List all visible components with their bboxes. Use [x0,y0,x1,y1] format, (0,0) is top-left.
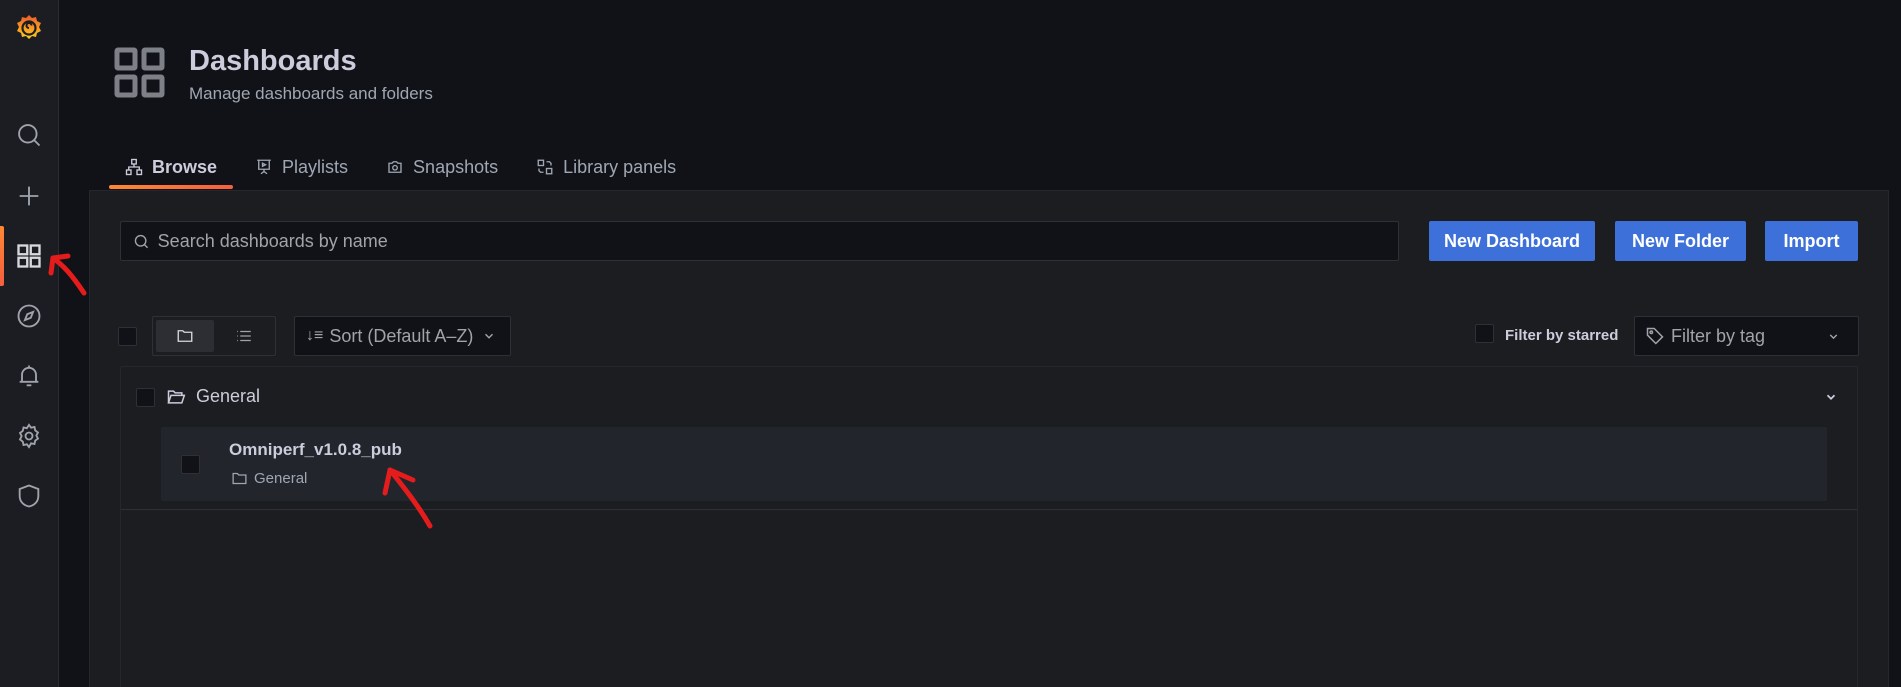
select-all-checkbox[interactable] [118,327,137,346]
apps-grid-icon [17,244,41,268]
tab-snapshots[interactable]: Snapshots [370,150,514,184]
sitemap-icon [125,158,143,176]
tab-snapshots-label: Snapshots [413,156,499,177]
dashboard-checkbox[interactable] [181,455,200,474]
section-divider [121,509,1857,510]
folder-section [120,366,1858,687]
bell-icon [19,365,39,387]
sidebar-item-create[interactable] [14,181,44,211]
chevron-down-icon [1829,334,1838,340]
compass-icon [17,304,41,328]
import-button[interactable]: Import [1765,221,1858,261]
sidebar-item-server-admin[interactable] [14,481,44,511]
folder-icon [177,330,193,342]
search-icon [18,124,41,147]
gear-icon [18,423,40,449]
sort-select[interactable]: ↓≡ Sort (Default A–Z) [294,316,511,356]
tag-filter-select[interactable]: Filter by tag [1634,316,1859,356]
tab-playlists-label: Playlists [282,156,349,177]
presentation-play-icon [257,159,271,175]
dashboard-title[interactable]: Omniperf_v1.0.8_pub [229,440,402,460]
folder-checkbox[interactable] [136,388,155,407]
tab-browse[interactable]: Browse [109,150,234,189]
grafana-logo[interactable] [13,12,45,44]
tab-playlists[interactable]: Playlists [239,150,364,184]
tab-library-panels-label: Library panels [563,156,677,177]
camera-icon [388,161,402,173]
folder-open-icon [167,390,186,404]
folder-icon [232,472,247,485]
sidebar-item-alerting[interactable] [14,361,44,391]
dashboard-list-item[interactable] [161,427,1827,501]
folder-view-button[interactable] [156,320,214,352]
filter-starred-checkbox[interactable] [1475,324,1494,343]
search-box[interactable] [120,221,1399,261]
folder-name[interactable]: General [196,386,260,407]
dashboards-header-icon [114,47,165,98]
filter-starred-label[interactable]: Filter by starred [1505,327,1618,344]
new-folder-button[interactable]: New Folder [1615,221,1746,261]
page-title: Dashboards [189,45,357,77]
list-view-button[interactable] [215,320,273,352]
search-icon [134,234,149,248]
search-input[interactable] [157,230,1398,252]
chevron-down-icon [484,333,494,339]
chevron-down-icon[interactable] [1824,390,1838,404]
active-nav-indicator [0,226,4,286]
tab-library-panels[interactable]: Library panels [520,150,692,184]
dashboard-folder-name: General [254,470,308,487]
sort-icon: ↓≡ [306,327,324,344]
view-mode-toggle [152,316,276,356]
new-dashboard-button[interactable]: New Dashboard [1429,221,1595,261]
tab-browse-label: Browse [152,156,218,177]
sidebar-item-dashboards[interactable] [14,241,44,271]
plus-icon [19,186,39,206]
tag-filter-placeholder: Filter by tag [1671,325,1766,346]
sort-label: Sort (Default A–Z) [329,325,474,346]
tag-icon [1646,327,1664,345]
sidebar [0,0,59,687]
list-icon [237,330,251,342]
tab-bar: Browse Playlists Snapshots Library panel… [109,150,698,190]
shield-icon [18,484,40,508]
page-subtitle: Manage dashboards and folders [189,84,433,103]
library-panel-icon [537,159,553,175]
sidebar-item-search[interactable] [14,120,44,150]
sidebar-item-configuration[interactable] [14,421,44,451]
sidebar-item-explore[interactable] [14,301,44,331]
